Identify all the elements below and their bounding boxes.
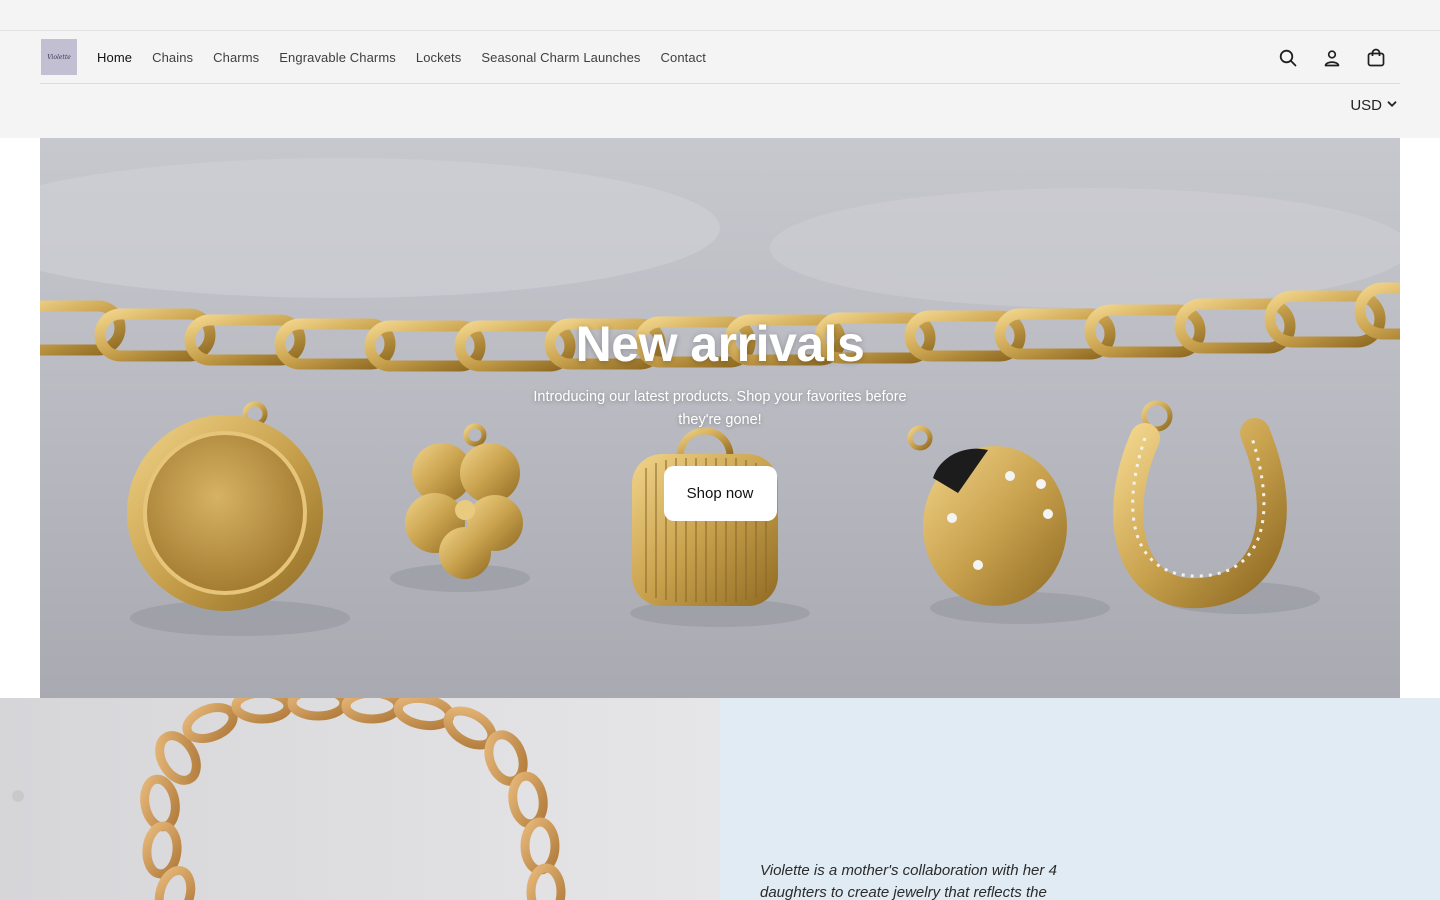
about-text: Violette is a mother's collaboration wit… bbox=[760, 862, 1057, 900]
announcement-bar bbox=[0, 0, 1440, 31]
nav-engravable-charms[interactable]: Engravable Charms bbox=[279, 50, 396, 65]
nav-chains[interactable]: Chains bbox=[152, 50, 193, 65]
hero-banner: New arrivals Introducing our latest prod… bbox=[40, 138, 1400, 698]
chevron-down-icon bbox=[1386, 97, 1398, 114]
nav-contact[interactable]: Contact bbox=[661, 50, 707, 65]
hero-content: New arrivals Introducing our latest prod… bbox=[40, 314, 1400, 521]
header-icons bbox=[1276, 31, 1388, 84]
feature-image bbox=[0, 698, 720, 900]
nav-lockets[interactable]: Lockets bbox=[416, 50, 462, 65]
search-icon[interactable] bbox=[1276, 46, 1300, 70]
hero-subtitle: Introducing our latest products. Shop yo… bbox=[533, 389, 907, 428]
hero-title: New arrivals bbox=[575, 316, 865, 372]
shop-now-button[interactable]: Shop now bbox=[663, 466, 777, 521]
currency-selector[interactable]: USD bbox=[1350, 97, 1398, 114]
account-icon[interactable] bbox=[1320, 46, 1344, 70]
logo[interactable]: Violette bbox=[41, 39, 77, 75]
nav-charms[interactable]: Charms bbox=[213, 50, 259, 65]
logo-text: Violette bbox=[47, 53, 71, 61]
currency-label: USD bbox=[1350, 97, 1382, 114]
main-nav: Home Chains Charms Engravable Charms Loc… bbox=[97, 31, 706, 84]
bracelet-image bbox=[0, 698, 720, 900]
about-section: Violette is a mother's collaboration wit… bbox=[720, 698, 1440, 900]
cart-icon[interactable] bbox=[1364, 46, 1388, 70]
site-header: Violette Home Chains Charms Engravable C… bbox=[40, 31, 1400, 84]
header-band: Violette Home Chains Charms Engravable C… bbox=[0, 31, 1440, 138]
nav-seasonal-charm-launches[interactable]: Seasonal Charm Launches bbox=[481, 50, 640, 65]
nav-home[interactable]: Home bbox=[97, 50, 132, 65]
